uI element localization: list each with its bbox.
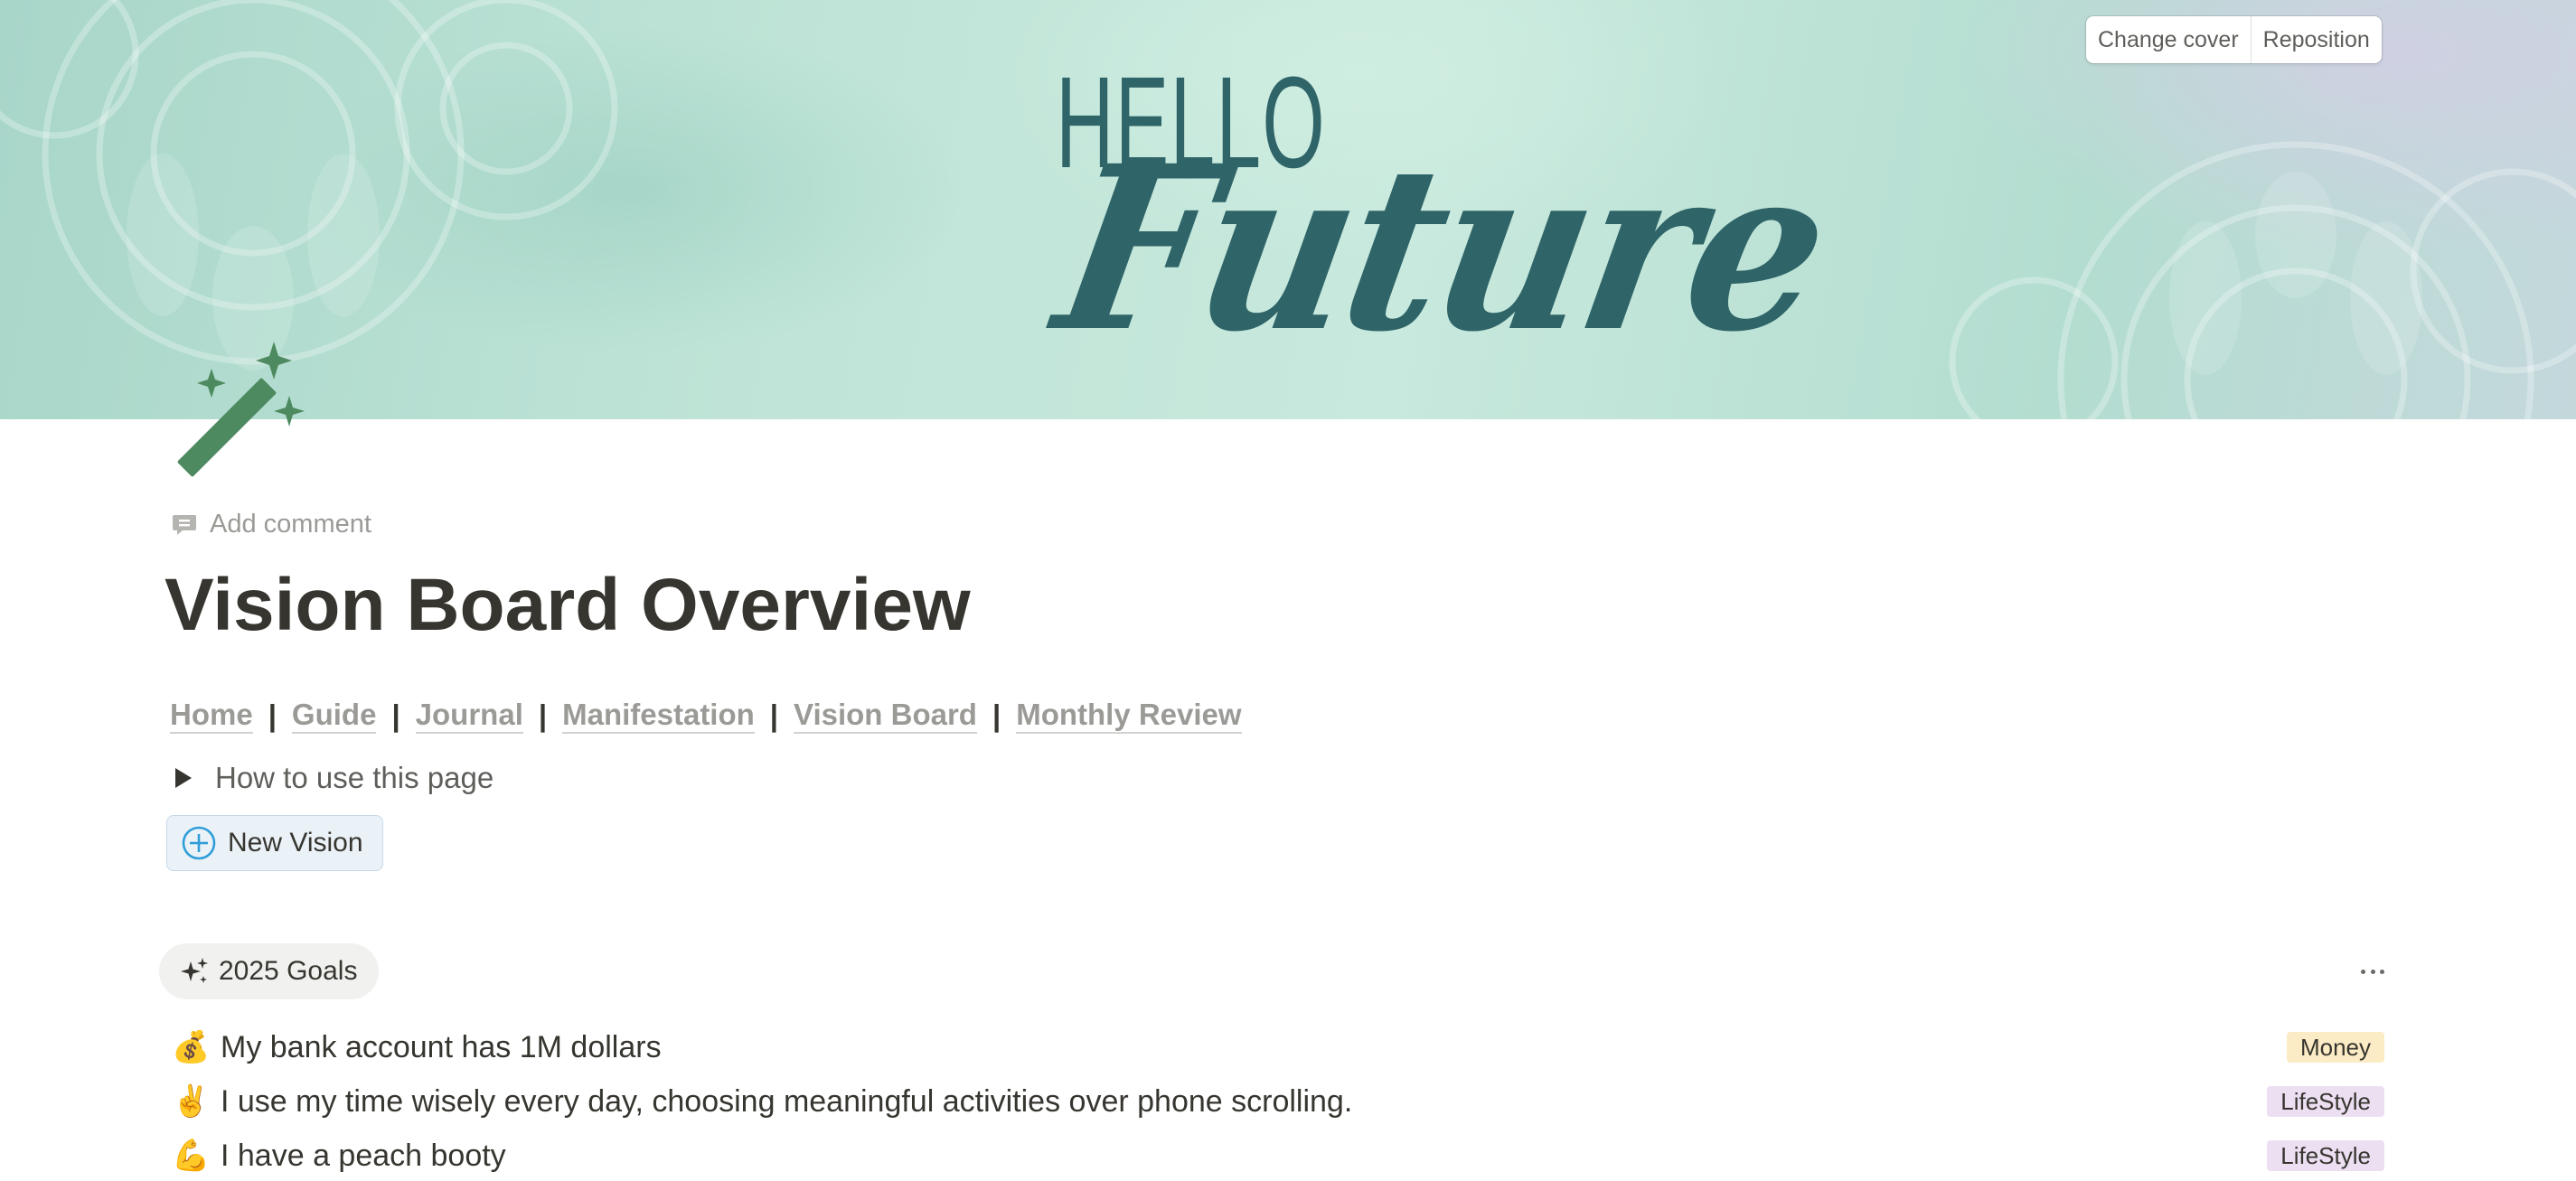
category-tag: LifeStyle xyxy=(2267,1140,2384,1171)
category-tag: LifeStyle xyxy=(2267,1086,2384,1117)
list-item[interactable]: 💪 I have a peach booty LifeStyle xyxy=(172,1130,2386,1181)
more-horizontal-icon[interactable] xyxy=(2361,960,2384,983)
flexed-biceps-icon: 💪 xyxy=(172,1139,211,1173)
list-item-title: I have a peach booty xyxy=(221,1138,506,1173)
new-vision-button[interactable]: New Vision xyxy=(166,815,383,871)
nav-link-home[interactable]: Home xyxy=(170,698,253,734)
money-bag-icon: 💰 xyxy=(172,1030,211,1064)
nav-link-guide[interactable]: Guide xyxy=(291,698,377,734)
how-to-use-toggle[interactable]: How to use this page xyxy=(175,761,494,795)
comment-icon xyxy=(173,515,196,535)
category-tag: Money xyxy=(2286,1032,2384,1063)
view-tab-2025-goals[interactable]: 2025 Goals xyxy=(159,943,379,999)
nav-separator: | xyxy=(769,698,779,732)
nav-link-journal[interactable]: Journal xyxy=(415,698,523,734)
toggle-label: How to use this page xyxy=(215,761,494,794)
toggle-triangle-icon[interactable] xyxy=(175,768,192,788)
add-comment-button[interactable]: Add comment xyxy=(172,508,371,540)
list-item[interactable]: ✌️ I use my time wisely every day, choos… xyxy=(172,1076,2386,1127)
nav-separator: | xyxy=(538,698,548,732)
nav-separator: | xyxy=(268,698,277,732)
new-vision-label: New Vision xyxy=(228,828,363,858)
plus-circle-icon xyxy=(182,826,216,860)
change-cover-button[interactable]: Change cover xyxy=(2086,16,2251,63)
sparkles-icon xyxy=(181,958,208,983)
magic-wand-sparkles-icon[interactable] xyxy=(177,342,313,477)
nav-link-manifestation[interactable]: Manifestation xyxy=(562,698,755,734)
add-comment-label: Add comment xyxy=(210,509,371,539)
nav-separator: | xyxy=(391,698,400,732)
list-item-title: I use my time wisely every day, choosing… xyxy=(221,1083,1353,1119)
list-item-title: My bank account has 1M dollars xyxy=(221,1029,662,1064)
view-tab-label: 2025 Goals xyxy=(219,956,358,986)
cover-controls: Change cover Reposition xyxy=(2086,16,2382,63)
nav-separator: | xyxy=(992,698,1001,732)
nav-link-monthly-review[interactable]: Monthly Review xyxy=(1016,698,1242,734)
reposition-button[interactable]: Reposition xyxy=(2250,16,2382,63)
page-title[interactable]: Vision Board Overview xyxy=(165,560,971,651)
list-item[interactable]: 💰 My bank account has 1M dollars Money xyxy=(172,1022,2386,1073)
victory-hand-icon: ✌️ xyxy=(172,1084,211,1119)
cover-future-text: Future xyxy=(1041,116,1843,381)
page-navigation-links: Home | Guide | Journal | Manifestation |… xyxy=(170,698,1242,734)
nav-link-vision-board[interactable]: Vision Board xyxy=(794,698,977,734)
